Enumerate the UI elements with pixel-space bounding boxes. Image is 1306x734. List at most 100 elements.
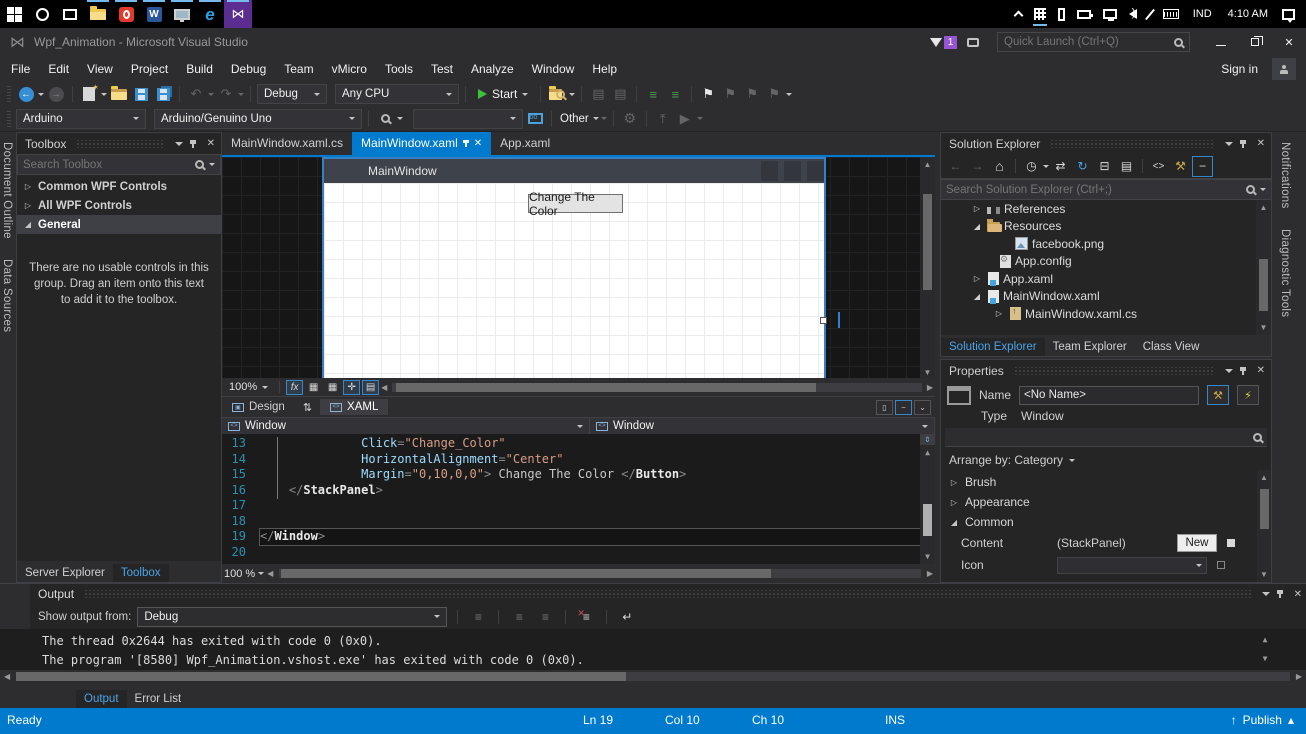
scroll-left-icon[interactable]: ◀ <box>381 380 387 395</box>
visual-studio-taskbar-button[interactable]: ⋈ <box>224 0 252 28</box>
arduino-search-dropdown[interactable] <box>397 117 403 120</box>
pin-icon[interactable] <box>1239 366 1246 375</box>
action-center-button[interactable] <box>1277 0 1300 28</box>
search-options-dropdown[interactable] <box>1260 188 1266 191</box>
designed-window[interactable]: MainWindow Change The Color <box>322 157 826 378</box>
comment-button[interactable]: ▤ <box>588 83 608 105</box>
new-button[interactable]: New <box>1177 534 1217 552</box>
arduino-board-combo[interactable]: Arduino <box>16 108 146 129</box>
tab-team-explorer[interactable]: Team Explorer <box>1045 338 1135 356</box>
pin-icon[interactable] <box>1239 139 1246 148</box>
tab-error-list[interactable]: Error List <box>127 690 190 708</box>
menu-file[interactable]: File <box>2 58 39 80</box>
collapsed-expander-icon[interactable]: ▷ <box>993 309 1005 318</box>
tab-mainwindow-xaml[interactable]: MainWindow.xaml ✕ <box>352 132 492 155</box>
collapsed-expander-icon[interactable]: ▷ <box>971 274 983 283</box>
tray-keyboard-button[interactable] <box>1158 0 1184 28</box>
tray-pen-button[interactable] <box>1144 0 1156 28</box>
remote-desktop-button[interactable] <box>168 0 196 28</box>
xaml-view-tab[interactable]: <> XAML <box>320 399 389 415</box>
scroll-right-icon[interactable]: ▶ <box>927 380 933 395</box>
menu-window[interactable]: Window <box>523 58 584 80</box>
change-color-button[interactable]: Change The Color <box>528 190 623 218</box>
close-icon[interactable]: ✕ <box>1253 365 1269 376</box>
designer-zoom-combo[interactable]: 100% <box>224 380 273 395</box>
tray-battery-button[interactable] <box>1072 0 1096 28</box>
window-position-dropdown[interactable] <box>1224 141 1233 146</box>
scroll-down-icon[interactable]: ▼ <box>925 549 930 564</box>
redo-dropdown[interactable] <box>238 92 244 96</box>
toolbox-header[interactable]: Toolbox ✕ <box>17 133 221 154</box>
solution-tree-scrollbar[interactable]: ▲ ▼ <box>1256 200 1271 335</box>
scroll-left-icon[interactable]: ◀ <box>4 669 10 684</box>
menu-project[interactable]: Project <box>122 58 177 80</box>
upload-dropdown[interactable] <box>696 117 703 120</box>
collapse-pane-button[interactable]: ⌄ <box>914 399 931 415</box>
scroll-down-icon[interactable]: ▼ <box>1263 650 1268 668</box>
home-button[interactable]: ⌂ <box>989 156 1010 177</box>
tray-ime-button[interactable] <box>1029 0 1051 28</box>
output-horizontal-scrollbar[interactable] <box>16 672 1290 681</box>
next-bookmark-button[interactable]: ⚑ <box>742 83 762 105</box>
tree-item-mainwindow-xaml[interactable]: ◢ MainWindow.xaml <box>941 288 1271 306</box>
file-explorer-button[interactable] <box>84 0 112 28</box>
output-source-combo[interactable]: Debug <box>137 606 448 627</box>
tab-app-xaml[interactable]: App.xaml <box>491 132 559 155</box>
pending-changes-filter-button[interactable]: ◷ <box>1021 156 1042 177</box>
tab-notifications[interactable]: Notifications <box>1278 132 1292 219</box>
expanded-expander-icon[interactable]: ◢ <box>971 222 983 231</box>
arduino-example-combo[interactable] <box>413 108 523 129</box>
horizontal-split-button[interactable]: − <box>895 399 912 415</box>
window-position-dropdown[interactable] <box>1224 368 1233 373</box>
tree-item-app-xaml[interactable]: ▷ App.xaml <box>941 270 1271 288</box>
section-appearance[interactable]: ▷ Appearance <box>941 492 1271 512</box>
open-file-button[interactable] <box>109 83 129 105</box>
properties-mode-button[interactable]: ⚒ <box>1207 385 1230 405</box>
clear-bookmarks-button[interactable]: ⚑ <box>764 83 784 105</box>
scroll-right-icon[interactable]: ▶ <box>927 566 933 581</box>
redo-button[interactable]: ↷ <box>216 83 236 105</box>
tab-class-view[interactable]: Class View <box>1135 338 1208 356</box>
name-input[interactable] <box>1019 385 1200 405</box>
scroll-up-icon[interactable]: ▲ <box>1260 200 1268 215</box>
pin-icon[interactable] <box>189 139 196 148</box>
toolbar-grip[interactable] <box>7 86 11 102</box>
toolbar-grip[interactable] <box>7 110 11 127</box>
quick-launch[interactable] <box>997 32 1190 52</box>
editor-zoom-dropdown[interactable] <box>258 572 265 575</box>
editor-zoom-combo[interactable]: 100 % <box>224 568 255 580</box>
undo-dropdown[interactable] <box>208 92 214 96</box>
events-mode-button[interactable]: ⚡ <box>1237 385 1260 405</box>
pin-icon[interactable] <box>462 139 469 147</box>
save-all-button[interactable] <box>153 83 173 105</box>
arduino-port-combo[interactable]: Arduino/Genuino Uno <box>154 108 362 129</box>
scroll-thumb[interactable] <box>1259 259 1268 311</box>
find-in-files-button[interactable] <box>547 83 567 105</box>
decrease-indent-button[interactable]: ≡ <box>643 83 663 105</box>
tab-mainwindow-xaml-cs[interactable]: MainWindow.xaml.cs <box>222 132 352 155</box>
snap-grid-button[interactable]: ▦ <box>324 380 341 395</box>
tab-server-explorer[interactable]: Server Explorer <box>17 564 113 582</box>
tree-item-app-config[interactable]: App.config <box>941 253 1271 271</box>
language-indicator[interactable]: IND <box>1186 8 1219 20</box>
status-line[interactable]: Ln 19 <box>583 713 613 727</box>
tree-item-facebook-png[interactable]: facebook.png <box>941 235 1271 253</box>
publish-button[interactable]: ↑ Publish ▴ <box>1231 713 1294 727</box>
edge-button[interactable]: e <box>196 0 224 28</box>
breadcrumb-window-right[interactable]: <> Window <box>590 418 935 434</box>
property-marker[interactable] <box>1217 561 1225 569</box>
scroll-thumb[interactable] <box>396 382 817 392</box>
tree-item-resources[interactable]: ◢ Resources <box>941 218 1271 236</box>
restore-button[interactable] <box>1238 29 1272 55</box>
toolbox-group-common-wpf[interactable]: ▷ Common WPF Controls <box>17 177 221 196</box>
user-account-button[interactable] <box>1272 58 1296 80</box>
feedback-icon[interactable] <box>967 37 979 47</box>
view-code-button[interactable]: <> <box>1148 156 1169 177</box>
menu-view[interactable]: View <box>78 58 122 80</box>
close-icon[interactable]: ✕ <box>1253 138 1269 149</box>
vertical-split-button[interactable]: ▯ <box>876 399 893 415</box>
previous-bookmark-button[interactable]: ⚑ <box>720 83 740 105</box>
notifications-flag-icon[interactable] <box>930 37 942 47</box>
scroll-right-icon[interactable]: ▶ <box>1296 669 1302 684</box>
filter-dropdown[interactable] <box>1043 164 1049 168</box>
